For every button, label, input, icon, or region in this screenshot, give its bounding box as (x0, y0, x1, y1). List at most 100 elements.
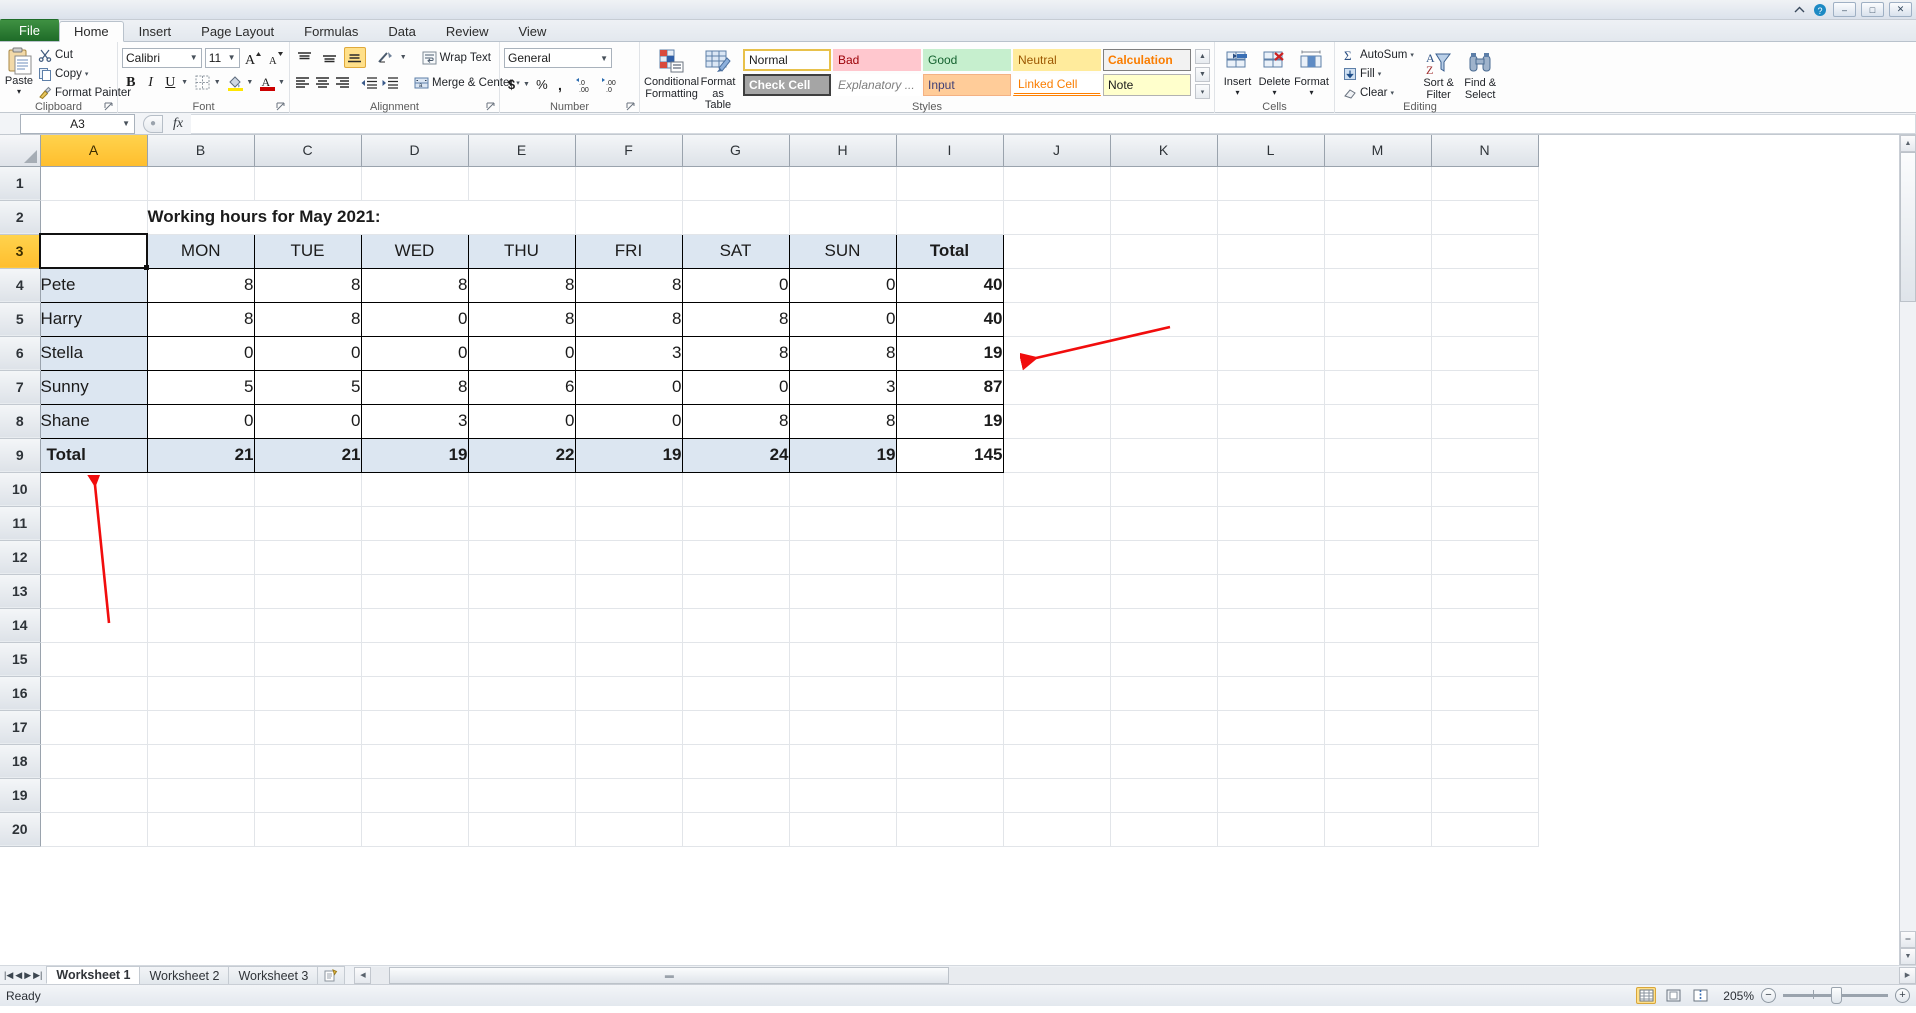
cell-I7-total[interactable]: 87 (895, 369, 1004, 405)
cell-G6[interactable]: 8 (681, 335, 790, 371)
row-header-16[interactable]: 16 (0, 676, 41, 711)
cell-M8[interactable] (1324, 404, 1432, 439)
styles-gallery-scroll[interactable]: ▲ ▼ ▾ (1195, 49, 1210, 99)
sheet-tab-worksheet-2[interactable]: Worksheet 2 (139, 966, 230, 984)
cell-L10[interactable] (1217, 472, 1325, 507)
cell-G7[interactable]: 0 (681, 369, 790, 405)
cell-F16[interactable] (575, 676, 683, 711)
number-format-select[interactable]: General ▼ (504, 48, 612, 68)
cell-E13[interactable] (468, 574, 576, 609)
cell-B13[interactable] (147, 574, 255, 609)
delete-cells-button[interactable]: Delete ▾ (1256, 45, 1293, 102)
column-header-I[interactable]: I (896, 135, 1004, 167)
align-right-button[interactable] (334, 72, 351, 93)
cell-E8[interactable]: 0 (467, 403, 576, 439)
cell-J19[interactable] (1003, 778, 1111, 813)
formula-input[interactable] (191, 113, 1916, 134)
cell-B8[interactable]: 0 (146, 403, 255, 439)
cell-M3[interactable] (1324, 234, 1432, 269)
cell-H19[interactable] (789, 778, 897, 813)
cell-style-calculation[interactable]: Calculation (1103, 49, 1191, 71)
cell-C10[interactable] (254, 472, 362, 507)
cell-A17[interactable] (40, 710, 148, 745)
cell-D1[interactable] (361, 166, 469, 201)
cell-B3-mon[interactable]: MON (146, 233, 255, 269)
cell-A14[interactable] (40, 608, 148, 643)
cell-N13[interactable] (1431, 574, 1539, 609)
cell-G17[interactable] (682, 710, 790, 745)
cell-H4[interactable]: 0 (788, 267, 897, 303)
cell-C9[interactable]: 21 (253, 437, 362, 473)
clear-button[interactable]: Clear ▾ (1339, 84, 1418, 102)
cell-L20[interactable] (1217, 812, 1325, 847)
bold-button[interactable]: B (122, 72, 140, 93)
zoom-slider[interactable] (1783, 987, 1888, 1004)
tab-home[interactable]: Home (58, 21, 124, 42)
cell-G12[interactable] (682, 540, 790, 575)
cell-F5[interactable]: 8 (574, 301, 683, 337)
cell-M19[interactable] (1324, 778, 1432, 813)
cell-A5-name[interactable]: Harry (39, 301, 148, 337)
align-bottom-button[interactable] (343, 47, 366, 68)
cell-B10[interactable] (147, 472, 255, 507)
cell-M1[interactable] (1324, 166, 1432, 201)
column-header-A[interactable]: A (40, 135, 148, 167)
cell-C12[interactable] (254, 540, 362, 575)
cell-D12[interactable] (361, 540, 469, 575)
cell-G8[interactable]: 8 (681, 403, 790, 439)
cell-E18[interactable] (468, 744, 576, 779)
cell-F10[interactable] (575, 472, 683, 507)
find-select-button[interactable]: Find & Select (1459, 46, 1501, 102)
cell-D19[interactable] (361, 778, 469, 813)
cell-M7[interactable] (1324, 370, 1432, 405)
cell-H6[interactable]: 8 (788, 335, 897, 371)
cell-H13[interactable] (789, 574, 897, 609)
cell-I13[interactable] (896, 574, 1004, 609)
cell-I10[interactable] (896, 472, 1004, 507)
italic-button[interactable]: I (142, 72, 160, 93)
insert-worksheet-button[interactable] (317, 966, 346, 984)
cell-N2[interactable] (1431, 200, 1539, 235)
cell-C17[interactable] (254, 710, 362, 745)
cell-G18[interactable] (682, 744, 790, 779)
cell-K19[interactable] (1110, 778, 1218, 813)
cell-J17[interactable] (1003, 710, 1111, 745)
row-header-5[interactable]: 5 (0, 302, 41, 337)
align-top-button[interactable] (294, 47, 316, 68)
cell-M18[interactable] (1324, 744, 1432, 779)
cell-D15[interactable] (361, 642, 469, 677)
row-header-3[interactable]: 3 (0, 234, 41, 269)
maximize-button[interactable]: □ (1861, 2, 1884, 17)
cell-style-neutral[interactable]: Neutral (1013, 49, 1101, 71)
fill-color-button[interactable] (227, 72, 245, 93)
cell-A19[interactable] (40, 778, 148, 813)
cell-E3-thu[interactable]: THU (467, 233, 576, 269)
cell-C7[interactable]: 5 (253, 369, 362, 405)
cell-F1[interactable] (575, 166, 683, 201)
cell-E10[interactable] (468, 472, 576, 507)
cell-F12[interactable] (575, 540, 683, 575)
cell-C4[interactable]: 8 (253, 267, 362, 303)
cell-C18[interactable] (254, 744, 362, 779)
gallery-scroll-up-button[interactable]: ▲ (1195, 49, 1210, 64)
cell-H16[interactable] (789, 676, 897, 711)
cell-E9[interactable]: 22 (467, 437, 576, 473)
cell-C15[interactable] (254, 642, 362, 677)
name-box[interactable]: A3 ▼ (20, 113, 135, 134)
chevron-down-icon[interactable]: ▾ (85, 70, 89, 78)
cell-F19[interactable] (575, 778, 683, 813)
cell-G3-sat[interactable]: SAT (681, 233, 790, 269)
cell-style-note[interactable]: Note (1103, 74, 1191, 96)
scroll-right-button[interactable]: ▶ (1899, 966, 1916, 984)
cell-L3[interactable] (1217, 234, 1325, 269)
cell-J2[interactable] (1003, 200, 1111, 235)
row-header-14[interactable]: 14 (0, 608, 41, 643)
cell-N12[interactable] (1431, 540, 1539, 575)
zoom-slider-thumb[interactable] (1831, 987, 1842, 1004)
cell-A12[interactable] (40, 540, 148, 575)
cell-D8[interactable]: 3 (360, 403, 469, 439)
wrap-text-button[interactable]: Wrap Text (418, 48, 495, 67)
cell-I20[interactable] (896, 812, 1004, 847)
row-header-9[interactable]: 9 (0, 438, 41, 473)
orientation-button[interactable] (375, 47, 397, 68)
